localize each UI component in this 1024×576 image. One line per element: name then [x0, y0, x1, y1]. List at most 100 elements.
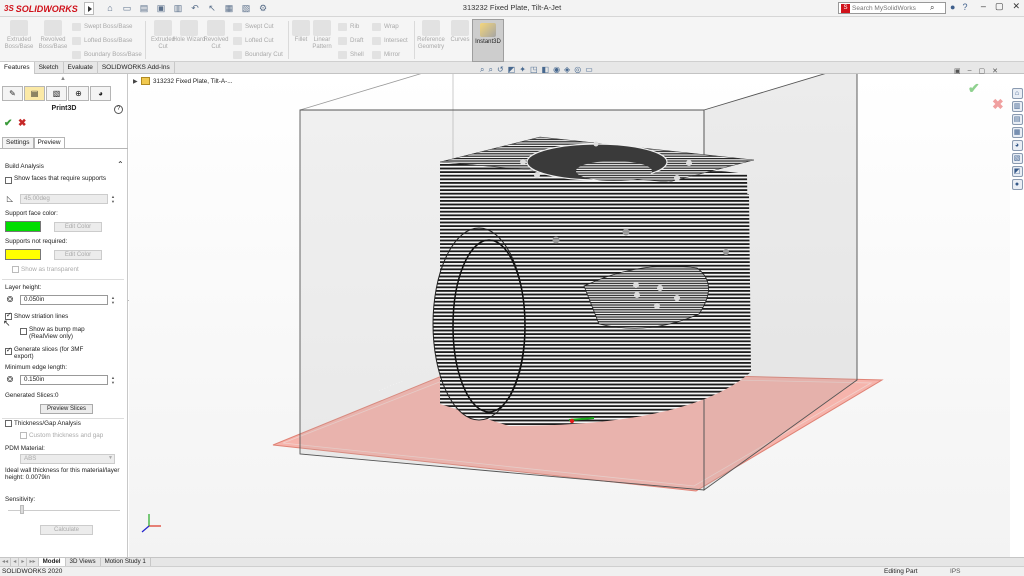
tree-expand-arrow-icon[interactable]: ▶ [133, 78, 138, 85]
pdm-material-select[interactable]: ABS [20, 454, 115, 464]
graphics-area[interactable]: · · · · · · · · · [129, 74, 1010, 557]
view-palette-icon[interactable]: ▦ [1011, 127, 1023, 138]
solidworks-resources-icon[interactable]: ⌂ [1011, 88, 1023, 99]
edit-color-button-2[interactable]: Edit Color [54, 250, 102, 260]
lofted-cut-button[interactable]: Lofted Cut [233, 35, 274, 46]
tab-solidworks-add-ins[interactable]: SOLIDWORKS Add-Ins [98, 62, 175, 74]
feature-manager-tab-icon[interactable]: ✎ [2, 86, 23, 101]
doc-maximize-icon[interactable]: ▢ [979, 67, 986, 75]
user-account-icon[interactable]: ● [950, 2, 955, 12]
draft-button[interactable]: Draft [338, 35, 363, 46]
display-style-icon[interactable]: ◧ [542, 65, 550, 75]
mirror-button[interactable]: Mirror [372, 49, 400, 60]
hide-show-items-icon[interactable]: ◉ [553, 65, 560, 75]
revolved-cut-button[interactable]: Revolved Cut [199, 20, 233, 51]
zoom-area-icon[interactable]: ⌕ [488, 65, 492, 75]
doc-minimize-icon[interactable]: – [968, 67, 972, 75]
minimum-edge-length-input[interactable]: 0.150in [20, 375, 108, 385]
appearances-icon[interactable]: ◕ [1011, 140, 1023, 151]
boundary-cut-button[interactable]: Boundary Cut [233, 49, 283, 60]
thickness-gap-checkbox[interactable] [5, 420, 12, 427]
swept-cut-button[interactable]: Swept Cut [233, 21, 274, 32]
file-explorer-icon[interactable]: ▤ [1011, 114, 1023, 125]
dropdown-chevron-icon[interactable]: ▼ [108, 455, 113, 461]
edit-color-button[interactable]: Edit Color [54, 222, 102, 232]
zoom-to-fit-icon[interactable]: ⌕ [480, 65, 484, 75]
top-bore-inner [576, 161, 652, 181]
edge-length-spinner-icon[interactable]: ▲ ▼ [110, 375, 116, 385]
shell-button[interactable]: Shell [338, 49, 364, 60]
show-transparent-checkbox[interactable] [12, 266, 19, 273]
status-units[interactable]: IPS [950, 568, 960, 575]
help-question-icon[interactable]: ? [962, 2, 967, 12]
sensitivity-slider-thumb[interactable] [20, 505, 24, 514]
custom-thickness-checkbox[interactable] [20, 432, 27, 439]
lofted-boss-base-button[interactable]: Lofted Boss/Base [72, 35, 133, 46]
revolved-boss-base-button[interactable]: Revolved Boss/Base [36, 20, 70, 51]
configuration-manager-tab-icon[interactable]: ▧ [46, 86, 67, 101]
generated-slices-label: Generated Slices: [5, 392, 56, 399]
apply-scene-icon[interactable]: ◎ [574, 65, 581, 75]
shelf-hole [633, 282, 639, 288]
collapse-chevron-icon[interactable]: ⌃ [117, 160, 124, 169]
dynamic-annotation-icon[interactable]: ✦ [519, 65, 526, 75]
property-manager-title: Print3D [51, 105, 77, 112]
section-view-icon[interactable]: ◩ [508, 65, 516, 75]
ok-button[interactable]: ✔ [4, 118, 12, 129]
cancel-button[interactable]: ✖ [18, 118, 26, 129]
rib-button[interactable]: Rib [338, 21, 359, 32]
tab-sketch[interactable]: Sketch [35, 62, 64, 74]
search-box[interactable]: S ⌕ [838, 2, 946, 14]
swept-boss-base-button[interactable]: Swept Boss/Base [72, 21, 133, 32]
tab-evaluate[interactable]: Evaluate [64, 62, 98, 74]
custom-properties-icon[interactable]: ▧ [1011, 153, 1023, 164]
wrap-button[interactable]: Wrap [372, 21, 399, 32]
build-analysis-header[interactable]: Build Analysis [5, 163, 44, 170]
restore-icon[interactable]: ▢ [995, 1, 1004, 12]
show-transparent-label: Show as transparent [21, 266, 79, 273]
button-label: Instant3D [475, 39, 501, 45]
angle-spinner-icon[interactable]: ▲ ▼ [110, 194, 116, 204]
design-library-icon[interactable]: ▥ [1011, 101, 1023, 112]
button-label: Rib [350, 23, 360, 30]
linear-pattern-button[interactable]: Linear Pattern [305, 20, 339, 51]
view-settings-icon[interactable]: ▭ [585, 65, 593, 75]
minimize-icon[interactable]: – [981, 1, 986, 12]
property-manager-tab-icon[interactable]: ▤ [24, 86, 45, 101]
dimxpert-manager-tab-icon[interactable]: ⊕ [68, 86, 89, 101]
reference-geometry-icon [422, 20, 440, 36]
display-manager-tab-icon[interactable]: ◕ [90, 86, 111, 101]
generate-slices-checkbox[interactable] [5, 346, 12, 355]
edit-appearance-icon[interactable]: ◈ [564, 65, 570, 75]
show-bump-map-checkbox[interactable] [20, 328, 27, 335]
button-label: Boundary Cut [245, 51, 283, 58]
confirmation-cancel-icon[interactable]: ✖ [992, 96, 1004, 113]
doc-close-icon[interactable]: ✕ [992, 67, 998, 75]
instant3d-button[interactable]: Instant3D [472, 19, 504, 62]
layer-height-input[interactable]: 0.050in [20, 295, 108, 305]
tab-features[interactable]: Features [0, 62, 35, 74]
sensitivity-slider-track[interactable] [8, 510, 120, 511]
minimum-edge-length-label: Minimum edge length: [5, 364, 67, 371]
view-orientation-icon[interactable]: ◳ [530, 65, 538, 75]
3dexperience-icon[interactable]: ● [1011, 179, 1023, 190]
pane-collapse-handle-icon[interactable]: ▲ [60, 76, 66, 82]
previous-view-icon[interactable]: ↺ [497, 65, 504, 75]
close-icon[interactable]: ✕ [1012, 1, 1020, 12]
extruded-boss-base-button[interactable]: Extruded Boss/Base [2, 20, 36, 51]
tree-part-name[interactable]: 313232 Fixed Plate, Tilt-A-... [153, 78, 232, 85]
layer-height-spinner-icon[interactable]: ▲ ▼ [110, 295, 116, 305]
angle-input[interactable]: 45.00deg [20, 194, 108, 204]
search-icon[interactable]: ⌕ [930, 3, 934, 13]
help-icon[interactable]: ? [114, 105, 123, 114]
confirmation-ok-icon[interactable]: ✔ [968, 80, 980, 97]
intersect-button[interactable]: Intersect [372, 35, 408, 46]
search-input[interactable] [852, 4, 928, 12]
boundary-boss-base-button[interactable]: Boundary Boss/Base [72, 49, 142, 60]
doc-restore-icon[interactable]: ▣ [954, 67, 961, 75]
forum-icon[interactable]: ◩ [1011, 166, 1023, 177]
show-faces-checkbox[interactable] [5, 177, 12, 184]
calculate-button[interactable]: Calculate [40, 525, 93, 535]
preview-slices-button[interactable]: Preview Slices [40, 404, 93, 414]
button-label: Curves [450, 37, 470, 43]
